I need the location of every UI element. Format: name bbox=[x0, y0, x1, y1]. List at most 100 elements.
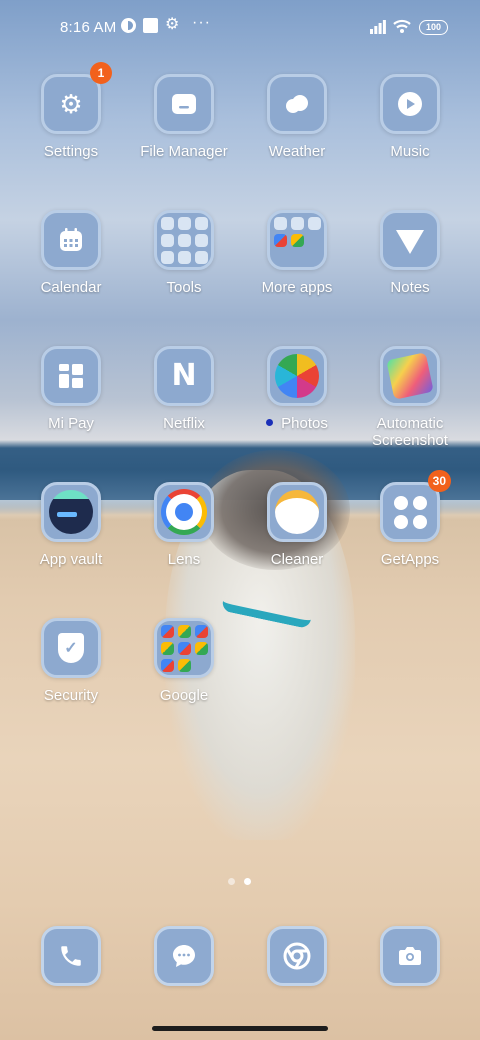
folder-more-apps[interactable]: More apps bbox=[241, 210, 353, 296]
folder-icon bbox=[172, 94, 196, 114]
app-cleaner[interactable]: Cleaner bbox=[241, 482, 353, 568]
security-app-icon[interactable]: ✓ bbox=[41, 618, 101, 678]
weather-app-icon[interactable] bbox=[267, 74, 327, 134]
page-indicator[interactable] bbox=[226, 878, 256, 886]
gear-icon: ⚙ bbox=[59, 89, 83, 119]
app-label: Notes bbox=[390, 279, 430, 296]
signal-icon bbox=[370, 20, 386, 34]
app-label: Calendar bbox=[40, 279, 102, 296]
app-vault-icon bbox=[49, 490, 93, 534]
lens-icon bbox=[161, 489, 207, 535]
app-mi-pay[interactable]: Mi Pay bbox=[15, 346, 127, 432]
screenshot-art-icon bbox=[386, 352, 434, 400]
app-file-manager[interactable]: File Manager bbox=[128, 74, 240, 160]
app-label: GetApps bbox=[380, 551, 440, 568]
folder-google[interactable]: Google bbox=[128, 618, 240, 704]
app-label-row: Photos bbox=[241, 415, 353, 432]
app-label: File Manager bbox=[140, 143, 228, 160]
chrome-app-icon[interactable] bbox=[267, 926, 327, 986]
dock-messages[interactable] bbox=[128, 926, 240, 986]
app-music[interactable]: Music bbox=[354, 74, 466, 160]
app-weather[interactable]: Weather bbox=[241, 74, 353, 160]
notification-circle-icon bbox=[121, 18, 136, 33]
app-label: Photos bbox=[281, 415, 328, 432]
app-settings[interactable]: ⚙ 1 Settings bbox=[15, 62, 127, 160]
message-icon bbox=[173, 945, 195, 967]
play-icon bbox=[398, 92, 422, 116]
more-dots-icon: ··· bbox=[192, 14, 211, 31]
app-photos[interactable]: Photos bbox=[241, 346, 353, 432]
music-app-icon[interactable] bbox=[380, 74, 440, 134]
app-label: Cleaner bbox=[270, 551, 324, 568]
app-automatic-screenshot[interactable]: Automatic Screenshot bbox=[354, 346, 466, 449]
app-label: Settings bbox=[43, 143, 99, 160]
cleaner-app-icon[interactable] bbox=[267, 482, 327, 542]
notes-icon bbox=[396, 230, 424, 254]
page-dot-active[interactable] bbox=[244, 878, 251, 885]
gear-icon: ⚙ bbox=[165, 16, 180, 33]
home-indicator[interactable] bbox=[152, 1026, 328, 1031]
battery-indicator: 100 bbox=[419, 20, 448, 35]
phone-icon bbox=[61, 946, 81, 966]
app-label: More apps bbox=[261, 279, 333, 296]
cleaner-icon bbox=[275, 490, 319, 534]
file-manager-app-icon[interactable] bbox=[154, 74, 214, 134]
status-time: 8:16 AM bbox=[60, 19, 117, 36]
app-label: Netflix bbox=[163, 415, 205, 432]
dock-phone[interactable] bbox=[15, 926, 127, 986]
wifi-icon bbox=[393, 18, 411, 34]
tools-folder-icon[interactable] bbox=[154, 210, 214, 270]
getapps-app-icon[interactable]: 30 bbox=[380, 470, 451, 542]
phone-app-icon[interactable] bbox=[41, 926, 101, 986]
notes-app-icon[interactable] bbox=[380, 210, 440, 270]
app-label: Music bbox=[390, 143, 430, 160]
app-label: Google bbox=[159, 687, 209, 704]
photos-pinwheel-icon bbox=[275, 354, 319, 398]
google-folder-icon[interactable] bbox=[154, 618, 214, 678]
app-security[interactable]: ✓ Security bbox=[15, 618, 127, 704]
chrome-icon bbox=[283, 942, 311, 970]
netflix-icon: N bbox=[171, 358, 197, 393]
app-label: Security bbox=[43, 687, 99, 704]
app-notes[interactable]: Notes bbox=[354, 210, 466, 296]
messages-app-icon[interactable] bbox=[154, 926, 214, 986]
app-label: Mi Pay bbox=[48, 415, 94, 432]
dock-camera[interactable] bbox=[354, 926, 466, 986]
notification-square-icon bbox=[143, 18, 158, 33]
app-calendar[interactable]: Calendar bbox=[15, 210, 127, 296]
automatic-screenshot-app-icon[interactable] bbox=[380, 346, 440, 406]
page-dot[interactable] bbox=[228, 878, 235, 885]
app-label: Tools bbox=[166, 279, 202, 296]
mi-pay-icon bbox=[59, 364, 83, 388]
mi-pay-app-icon[interactable] bbox=[41, 346, 101, 406]
netflix-app-icon[interactable]: N bbox=[154, 346, 214, 406]
folder-preview-icon bbox=[160, 624, 208, 672]
lens-app-icon[interactable] bbox=[154, 482, 214, 542]
more-apps-folder-icon[interactable] bbox=[267, 210, 327, 270]
app-getapps[interactable]: 30 GetApps bbox=[354, 470, 466, 568]
new-install-dot bbox=[266, 418, 274, 426]
notification-badge: 30 bbox=[427, 470, 451, 492]
app-label: Automatic Screenshot bbox=[372, 415, 448, 449]
dock-chrome[interactable] bbox=[241, 926, 353, 986]
app-vault-app-icon[interactable] bbox=[41, 482, 101, 542]
app-label: Lens bbox=[167, 551, 201, 568]
shield-icon: ✓ bbox=[58, 633, 84, 663]
status-bar: 8:16 AM ⚙ ··· 100 bbox=[0, 0, 480, 56]
get-apps-icon bbox=[393, 495, 427, 529]
app-app-vault[interactable]: App vault bbox=[15, 482, 127, 568]
folder-tools[interactable]: Tools bbox=[128, 210, 240, 296]
calendar-icon bbox=[60, 228, 82, 251]
camera-app-icon[interactable] bbox=[380, 926, 440, 986]
folder-preview-icon bbox=[273, 216, 321, 264]
settings-app-icon[interactable]: ⚙ 1 bbox=[41, 62, 112, 134]
photos-app-icon[interactable] bbox=[267, 346, 327, 406]
cloud-icon bbox=[286, 95, 308, 113]
camera-icon bbox=[399, 947, 421, 965]
app-label: Weather bbox=[268, 143, 326, 160]
app-lens[interactable]: Lens bbox=[128, 482, 240, 568]
app-netflix[interactable]: N Netflix bbox=[128, 346, 240, 432]
calendar-app-icon[interactable] bbox=[41, 210, 101, 270]
folder-preview-icon bbox=[160, 216, 208, 264]
notification-badge: 1 bbox=[90, 62, 112, 84]
